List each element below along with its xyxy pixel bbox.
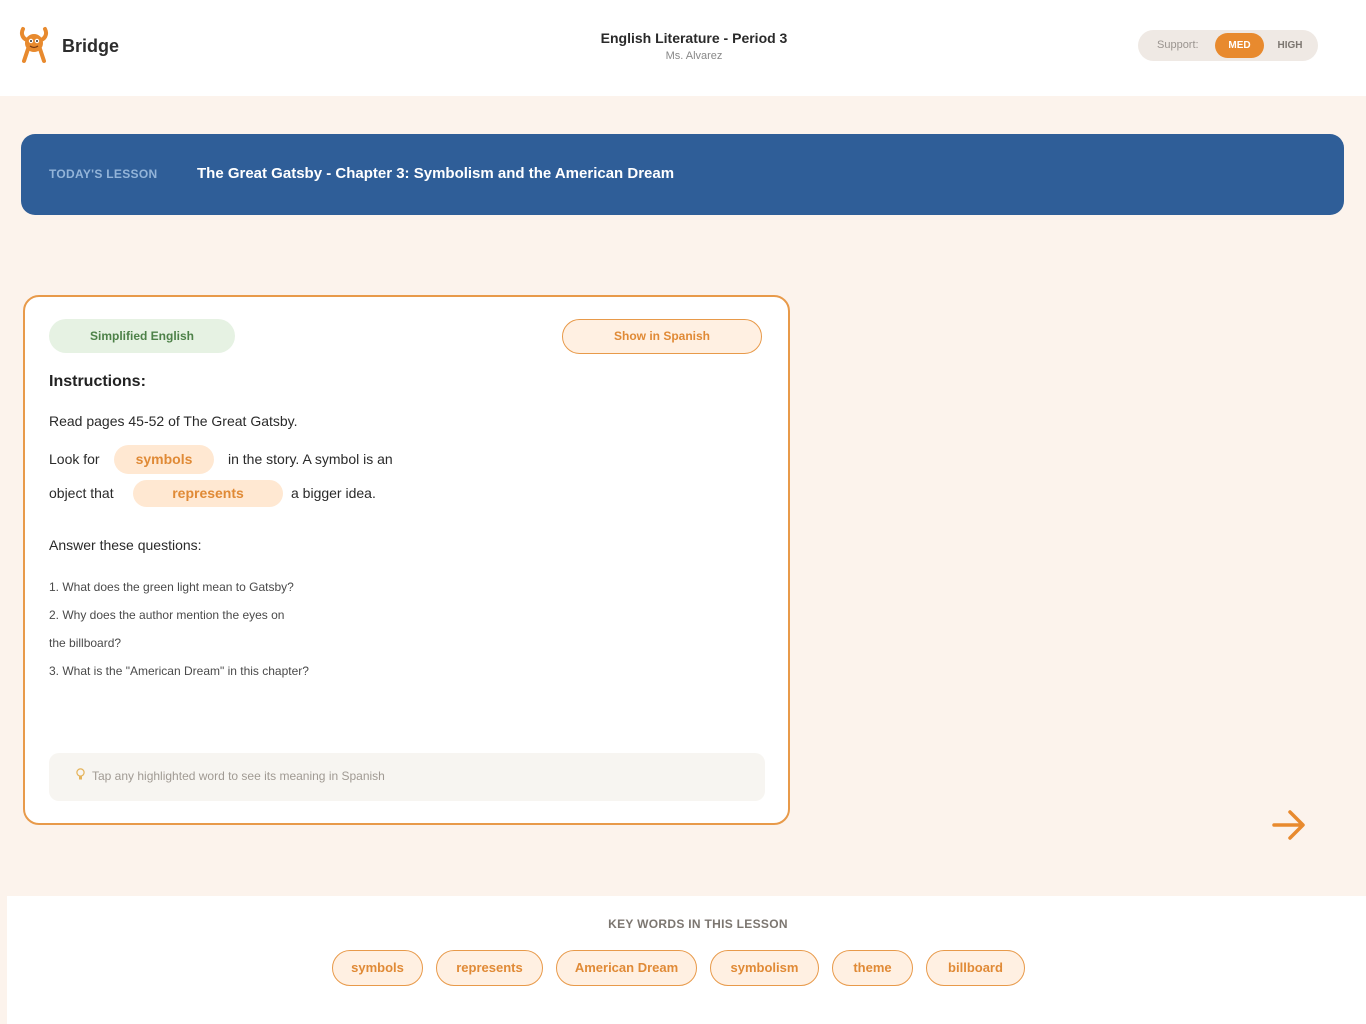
instruction-line-3-end: a bigger idea. xyxy=(291,485,376,501)
key-words-title: KEY WORDS IN THIS LESSON xyxy=(608,917,788,931)
keyword-chip[interactable]: theme xyxy=(832,950,913,986)
question-2-continued: the billboard? xyxy=(49,636,122,650)
tip-box: Tap any highlighted word to see its mean… xyxy=(49,753,765,801)
instruction-line-1: Read pages 45-52 of The Great Gatsby. xyxy=(49,413,298,429)
teacher-name: Ms. Alvarez xyxy=(665,50,723,62)
question-1: 1. What does the green light mean to Gat… xyxy=(49,580,294,594)
brand-name: Bridge xyxy=(62,36,120,56)
highlighted-word-represents[interactable]: represents xyxy=(133,480,283,507)
language-mode-badge: Simplified English xyxy=(49,319,235,353)
support-label: Support: xyxy=(1157,39,1199,51)
keyword-chip[interactable]: billboard xyxy=(926,950,1025,986)
keyword-chip[interactable]: American Dream xyxy=(556,950,697,986)
app-header: Bridge English Literature - Period 3 Ms.… xyxy=(0,0,1366,96)
highlighted-word-symbols[interactable]: symbols xyxy=(114,445,214,474)
answer-questions-heading: Answer these questions: xyxy=(49,537,202,553)
lesson-label: TODAY'S LESSON xyxy=(49,167,158,181)
keyword-chip[interactable]: represents xyxy=(436,950,543,986)
lesson-banner: TODAY'S LESSON The Great Gatsby - Chapte… xyxy=(21,134,1344,215)
support-level-toggle: Support: MED HIGH xyxy=(1138,30,1318,61)
show-in-spanish-button[interactable]: Show in Spanish xyxy=(562,319,762,354)
lightbulb-icon xyxy=(76,768,85,784)
tip-text: Tap any highlighted word to see its mean… xyxy=(92,769,385,783)
question-3: 3. What is the "American Dream" in this … xyxy=(49,664,309,678)
bridge-logo-icon xyxy=(19,27,49,63)
arrow-right-icon[interactable] xyxy=(1270,806,1308,844)
assignment-card: Simplified English Show in Spanish Instr… xyxy=(23,295,790,825)
instruction-line-2-end: in the story. A symbol is an xyxy=(228,451,393,467)
keyword-chip[interactable]: symbolism xyxy=(710,950,819,986)
support-med-option[interactable]: MED xyxy=(1215,33,1264,58)
class-title: English Literature - Period 3 xyxy=(600,30,788,46)
question-2: 2. Why does the author mention the eyes … xyxy=(49,608,285,622)
key-words-section: KEY WORDS IN THIS LESSON symbols represe… xyxy=(7,896,1366,1024)
support-high-option[interactable]: HIGH xyxy=(1269,33,1311,58)
instruction-line-3-start: object that xyxy=(49,485,114,501)
instruction-line-2-start: Look for xyxy=(49,451,100,467)
lesson-title: The Great Gatsby - Chapter 3: Symbolism … xyxy=(197,165,675,182)
keyword-chip[interactable]: symbols xyxy=(332,950,423,986)
instructions-heading: Instructions: xyxy=(49,373,146,390)
